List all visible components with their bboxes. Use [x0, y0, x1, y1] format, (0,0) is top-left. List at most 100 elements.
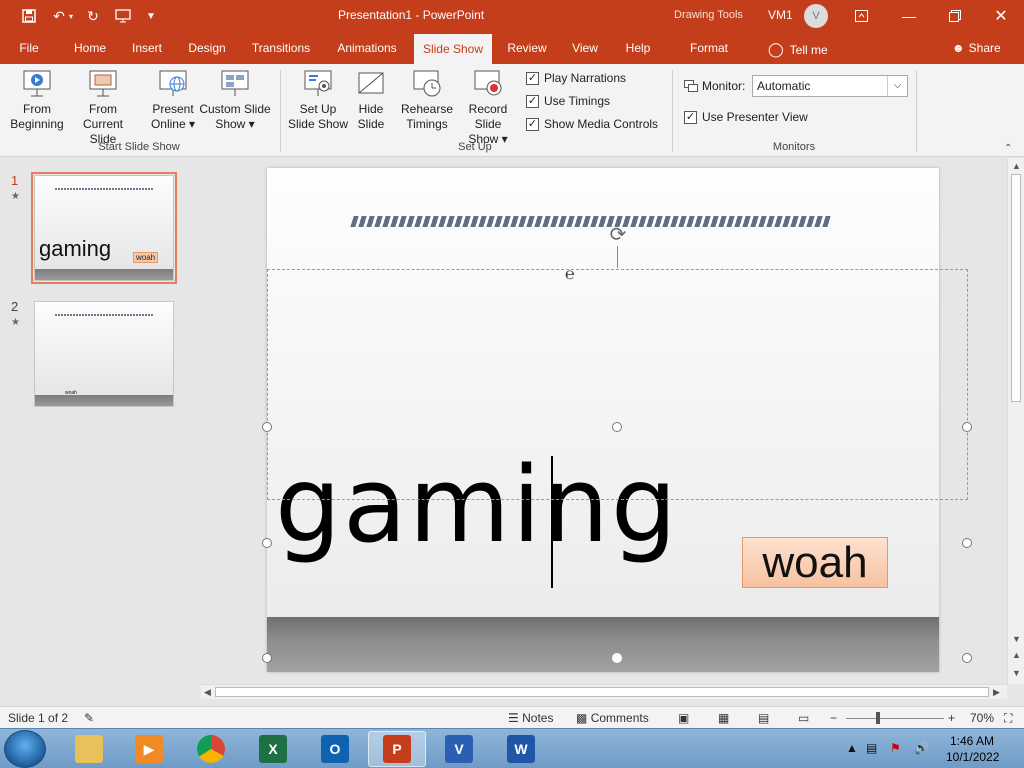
- resize-handle-n[interactable]: [612, 422, 622, 432]
- tab-help[interactable]: Help: [616, 32, 660, 64]
- selection-frame: [267, 269, 968, 500]
- notes-button[interactable]: ☰ Notes: [508, 711, 553, 725]
- save-icon[interactable]: [18, 6, 40, 26]
- from-beginning-label-2: Beginning: [10, 117, 64, 131]
- chevron-down-icon[interactable]: ⌵: [887, 76, 907, 96]
- start-from-beginning-icon[interactable]: [112, 6, 134, 26]
- taskbar-excel[interactable]: X: [244, 731, 302, 767]
- horizontal-scrollbar[interactable]: ◀ ▶: [201, 684, 1007, 699]
- scroll-up-icon[interactable]: ▲: [1012, 161, 1021, 171]
- tab-design[interactable]: Design: [180, 32, 234, 64]
- share-button[interactable]: ☻ Share: [952, 41, 1001, 55]
- slide-number: 1: [11, 173, 19, 188]
- horizontal-scroll-thumb[interactable]: [215, 687, 989, 697]
- monitor-select[interactable]: Automatic ⌵: [752, 75, 908, 97]
- vertical-scrollbar[interactable]: ▲ ▼ ▲ ▼: [1007, 158, 1024, 684]
- tab-insert[interactable]: Insert: [124, 32, 170, 64]
- zoom-in-icon[interactable]: +: [948, 711, 955, 725]
- user-name[interactable]: VM1: [768, 8, 793, 22]
- taskbar-outlook[interactable]: O: [306, 731, 364, 767]
- fit-to-window-icon[interactable]: ⛶: [1004, 711, 1012, 726]
- scroll-right-icon[interactable]: ▶: [993, 687, 1000, 698]
- rotate-stem: [617, 246, 618, 268]
- tab-home[interactable]: Home: [64, 32, 116, 64]
- normal-view-icon[interactable]: ▣: [678, 711, 689, 725]
- taskbar-chrome[interactable]: [182, 731, 240, 767]
- present-online-button[interactable]: Present Online ▾: [148, 68, 198, 132]
- customize-toolbar-icon[interactable]: ▼: [140, 6, 162, 26]
- from-current-slide-button[interactable]: From Current Slide: [68, 68, 138, 147]
- custom-slide-show-button[interactable]: Custom Slide Show ▾: [198, 68, 272, 132]
- taskbar-visio[interactable]: V: [430, 731, 488, 767]
- zoom-out-icon[interactable]: −: [830, 711, 837, 725]
- redo-icon[interactable]: ↻: [82, 6, 104, 26]
- restore-icon[interactable]: [932, 0, 978, 32]
- monitor-icon: [684, 79, 698, 92]
- setup-show-label-1: Set Up: [299, 102, 337, 116]
- tab-review[interactable]: Review: [500, 32, 554, 64]
- resize-handle-e[interactable]: [962, 538, 972, 548]
- monitor-label: Monitor:: [684, 79, 745, 93]
- tab-file[interactable]: File: [10, 32, 48, 64]
- resize-handle-s[interactable]: [612, 653, 622, 663]
- comments-button[interactable]: ▩ Comments: [576, 711, 649, 725]
- set-up-slide-show-button[interactable]: Set Up Slide Show: [286, 68, 350, 132]
- woah-text-box[interactable]: woah: [742, 537, 888, 588]
- network-icon[interactable]: ▤: [866, 741, 877, 755]
- previous-slide-icon[interactable]: ▲: [1012, 650, 1021, 660]
- show-media-controls-checkbox[interactable]: ✓ Show Media Controls: [526, 117, 658, 131]
- action-center-icon[interactable]: ⚑: [890, 741, 901, 755]
- slide-count: Slide 1 of 2: [8, 711, 69, 725]
- tab-transitions[interactable]: Transitions: [244, 32, 318, 64]
- taskbar-powerpoint[interactable]: P: [368, 731, 426, 767]
- windows-start-button[interactable]: [4, 730, 46, 768]
- avatar[interactable]: V: [804, 4, 828, 28]
- record-slide-show-button[interactable]: Record Slide Show ▾: [454, 68, 522, 147]
- undo-dropdown-icon[interactable]: ▾: [66, 6, 76, 26]
- use-timings-checkbox[interactable]: ✓ Use Timings: [526, 94, 610, 108]
- tell-me-search[interactable]: ◯ Tell me: [768, 41, 828, 58]
- slide-sorter-icon[interactable]: ▦: [718, 711, 729, 725]
- zoom-slider-thumb[interactable]: [876, 712, 880, 724]
- resize-handle-se[interactable]: [962, 653, 972, 663]
- tab-format[interactable]: Format: [680, 32, 738, 64]
- rotate-handle-icon[interactable]: ⟳: [607, 224, 629, 246]
- clock-date[interactable]: 10/1/2022: [946, 750, 999, 764]
- tab-slide-show[interactable]: Slide Show: [414, 34, 492, 64]
- rehearse-timings-button[interactable]: Rehearse Timings: [400, 68, 454, 132]
- taskbar-media-player[interactable]: ▶: [120, 731, 178, 767]
- next-slide-icon[interactable]: ▼: [1012, 668, 1021, 678]
- taskbar-word[interactable]: W: [492, 731, 550, 767]
- zoom-slider-track[interactable]: [846, 718, 944, 719]
- close-icon[interactable]: ✕: [978, 0, 1024, 32]
- ribbon-display-options-icon[interactable]: [838, 0, 884, 32]
- from-beginning-button[interactable]: From Beginning: [8, 68, 66, 132]
- clock-time[interactable]: 1:46 AM: [950, 734, 994, 748]
- zoom-level[interactable]: 70%: [970, 711, 994, 725]
- monitor-label-text: Monitor:: [702, 79, 746, 93]
- scroll-left-icon[interactable]: ◀: [204, 687, 211, 698]
- slide-thumbnail-1[interactable]: gaming woah: [31, 172, 177, 284]
- ibeam-cursor-icon: ℮: [565, 266, 575, 283]
- volume-icon[interactable]: 🔊: [914, 741, 929, 755]
- tab-view[interactable]: View: [562, 32, 608, 64]
- scroll-down-icon[interactable]: ▼: [1012, 634, 1021, 644]
- resize-handle-ne[interactable]: [962, 422, 972, 432]
- slide-show-view-icon[interactable]: ▭: [798, 711, 809, 725]
- play-narrations-checkbox[interactable]: ✓ Play Narrations: [526, 71, 626, 85]
- taskbar-file-explorer[interactable]: [60, 731, 118, 767]
- spell-check-icon[interactable]: ✎: [84, 711, 94, 725]
- hide-slide-button[interactable]: Hide Slide: [352, 68, 390, 132]
- reading-view-icon[interactable]: ▤: [758, 711, 769, 725]
- use-presenter-view-checkbox[interactable]: ✓ Use Presenter View: [684, 110, 808, 124]
- slide-thumbnail-2[interactable]: woah: [34, 301, 174, 407]
- minimize-icon[interactable]: —: [886, 0, 932, 32]
- resize-handle-sw[interactable]: [262, 653, 272, 663]
- collapse-ribbon-icon[interactable]: ⌃: [1004, 143, 1012, 154]
- show-hidden-icons-icon[interactable]: ▲: [846, 741, 858, 755]
- resize-handle-nw[interactable]: [262, 422, 272, 432]
- tab-animations[interactable]: Animations: [328, 32, 406, 64]
- resize-handle-w[interactable]: [262, 538, 272, 548]
- decorative-dash-bar: [350, 216, 832, 227]
- vertical-scroll-thumb[interactable]: [1011, 174, 1021, 402]
